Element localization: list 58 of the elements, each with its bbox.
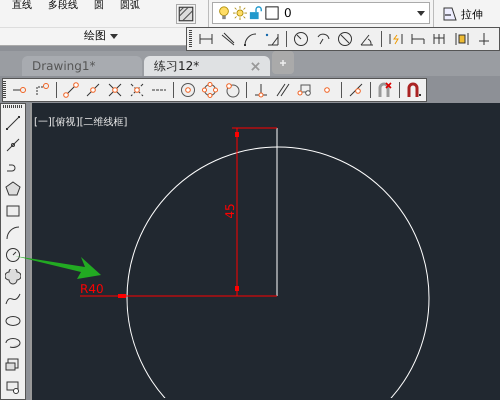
stretch-icon	[442, 6, 458, 22]
dropdown-caret-icon[interactable]	[417, 10, 425, 16]
make-block-icon[interactable]	[5, 379, 21, 395]
radius-label: R40	[80, 282, 104, 296]
nearest-snap-icon[interactable]	[348, 82, 364, 98]
layer-name: 0	[284, 6, 292, 20]
linear-dimension-icon[interactable]	[198, 31, 214, 47]
arc-length-icon[interactable]	[242, 31, 258, 47]
radius-dimension	[80, 294, 126, 298]
hatch-icon[interactable]	[176, 4, 196, 24]
diameter-dimension-icon[interactable]	[337, 31, 353, 47]
panel-title[interactable]: 绘图	[84, 28, 106, 44]
viewport-label[interactable]: [一][俯视][二维线框]	[34, 115, 128, 129]
line-tool-icon[interactable]	[5, 115, 21, 131]
bulb-icon	[217, 6, 231, 20]
ordinate-dimension-icon[interactable]	[264, 31, 280, 47]
center-snap-icon[interactable]	[180, 82, 196, 98]
tangent-snap-icon[interactable]	[224, 82, 240, 98]
draw-tool-button[interactable]: 直线	[6, 0, 38, 12]
parallel-snap-icon[interactable]	[275, 82, 291, 98]
spline-tool-icon[interactable]	[5, 291, 21, 307]
revision-cloud-icon[interactable]	[5, 269, 21, 285]
dimension-break-icon[interactable]	[476, 31, 492, 47]
construction-line-icon[interactable]	[5, 137, 21, 153]
quadrant-snap-icon[interactable]	[202, 82, 218, 98]
plus-icon	[278, 58, 288, 68]
baseline-dimension-icon[interactable]	[410, 31, 426, 47]
insert-snap-icon[interactable]	[297, 82, 313, 98]
dimension-space-icon[interactable]	[454, 31, 470, 47]
quick-dimension-icon[interactable]	[388, 31, 404, 47]
draw-tool-button[interactable]: 圆弧	[114, 0, 146, 12]
color-swatch-icon	[265, 6, 279, 20]
endpoint-snap-icon[interactable]	[63, 82, 79, 98]
perpendicular-snap-icon[interactable]	[253, 82, 269, 98]
sun-icon	[233, 6, 247, 20]
intersection-snap-icon[interactable]	[107, 82, 123, 98]
radius-dimension-icon[interactable]	[293, 31, 309, 47]
insert-block-icon[interactable]	[5, 357, 21, 373]
ellipse-arc-icon[interactable]	[5, 335, 21, 351]
circle-tool-icon[interactable]	[5, 247, 21, 263]
rectangle-tool-icon[interactable]	[5, 203, 21, 219]
jogged-radius-icon[interactable]	[315, 31, 331, 47]
unlock-icon	[249, 6, 263, 20]
apparent-intersection-icon[interactable]	[129, 82, 145, 98]
midpoint-snap-icon[interactable]	[85, 82, 101, 98]
layer-dropdown[interactable]: 0	[212, 2, 430, 24]
arc-tool-icon[interactable]	[5, 225, 21, 241]
polygon-tool-icon[interactable]	[5, 181, 21, 197]
ellipse-tool-icon[interactable]	[5, 313, 21, 329]
dimension-value: 45	[223, 203, 237, 219]
file-tab[interactable]: 练习12*	[144, 56, 270, 76]
dropdown-caret-icon[interactable]	[110, 34, 118, 38]
snap-from-icon[interactable]	[34, 82, 50, 98]
draw-tool-button[interactable]: 多段线	[42, 0, 84, 12]
snap-none-icon[interactable]	[377, 82, 393, 98]
magnet-icon[interactable]	[406, 82, 422, 98]
aligned-dimension-icon[interactable]	[220, 31, 236, 47]
draw-tool-button[interactable]: 圆	[88, 0, 110, 12]
